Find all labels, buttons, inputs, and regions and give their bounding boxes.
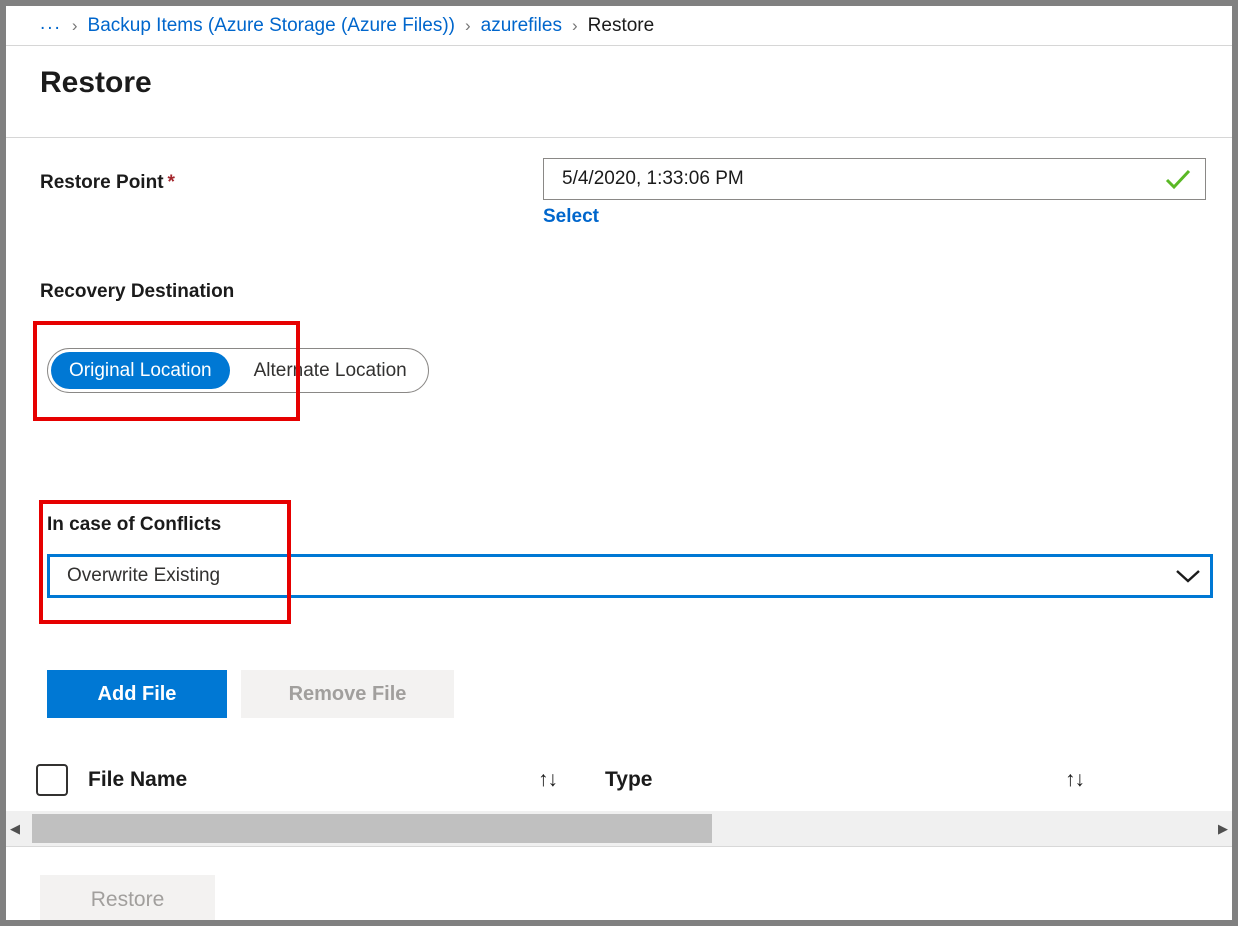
breadcrumb-item-azurefiles[interactable]: azurefiles <box>481 15 562 37</box>
blade-footer: Restore <box>6 847 1232 920</box>
file-action-buttons: Add File Remove File <box>47 670 454 718</box>
breadcrumb-ellipsis[interactable]: ... <box>40 13 62 39</box>
scroll-right-arrow-icon[interactable]: ▶ <box>1214 811 1232 846</box>
select-restore-point-link[interactable]: Select <box>543 206 599 228</box>
blade-title-bar: Restore <box>6 46 1232 138</box>
restore-point-label-text: Restore Point <box>40 172 164 193</box>
conflicts-dropdown[interactable]: Overwrite Existing <box>47 554 1213 598</box>
add-file-button[interactable]: Add File <box>47 670 227 718</box>
toggle-option-original-location[interactable]: Original Location <box>51 352 230 389</box>
recovery-destination-toggle[interactable]: Original Location Alternate Location <box>47 348 429 393</box>
chevron-down-icon[interactable] <box>1166 568 1210 584</box>
restore-blade: ... › Backup Items (Azure Storage (Azure… <box>6 6 1232 920</box>
breadcrumb-item-restore: Restore <box>587 14 655 36</box>
recovery-destination-label: Recovery Destination <box>40 281 235 302</box>
select-all-checkbox[interactable] <box>36 764 68 796</box>
restore-point-row: Restore Point * 5/4/2020, 1:33:06 PM Sele… <box>40 138 1232 234</box>
restore-point-value[interactable]: 5/4/2020, 1:33:06 PM <box>544 168 1163 190</box>
page-title: Restore <box>40 66 152 99</box>
restore-form: Restore Point * 5/4/2020, 1:33:06 PM Sele… <box>6 138 1232 234</box>
horizontal-scrollbar[interactable]: ◀ ▶ <box>6 811 1232 847</box>
sort-icon-file-name[interactable]: ↑↓ <box>538 768 558 792</box>
check-icon <box>1163 168 1193 190</box>
breadcrumb-separator: › <box>464 15 471 35</box>
conflicts-label: In case of Conflicts <box>47 514 222 535</box>
scrollbar-thumb[interactable] <box>32 814 712 843</box>
restore-point-input[interactable]: 5/4/2020, 1:33:06 PM <box>543 158 1206 200</box>
select-all-cell <box>6 764 76 796</box>
toggle-option-alternate-location[interactable]: Alternate Location <box>236 352 425 389</box>
restore-point-label: Restore Point * <box>40 172 175 194</box>
breadcrumb-item-backup-items[interactable]: Backup Items (Azure Storage (Azure Files… <box>88 15 455 37</box>
remove-file-button: Remove File <box>241 670 454 718</box>
file-table-header: File Name ↑↓ Type ↑↓ <box>6 750 1232 811</box>
required-asterisk: * <box>167 172 175 193</box>
scroll-left-arrow-icon[interactable]: ◀ <box>6 811 24 846</box>
sort-icon-type[interactable]: ↑↓ <box>1065 768 1085 792</box>
column-header-file-name[interactable]: File Name <box>76 768 538 792</box>
column-header-type[interactable]: Type <box>557 768 1065 792</box>
conflicts-selected-value[interactable]: Overwrite Existing <box>50 565 1166 587</box>
breadcrumb: ... › Backup Items (Azure Storage (Azure… <box>6 6 1232 46</box>
breadcrumb-separator: › <box>71 15 78 35</box>
scrollbar-track[interactable] <box>24 811 1214 846</box>
restore-submit-button: Restore <box>40 875 215 920</box>
breadcrumb-separator: › <box>571 15 578 35</box>
